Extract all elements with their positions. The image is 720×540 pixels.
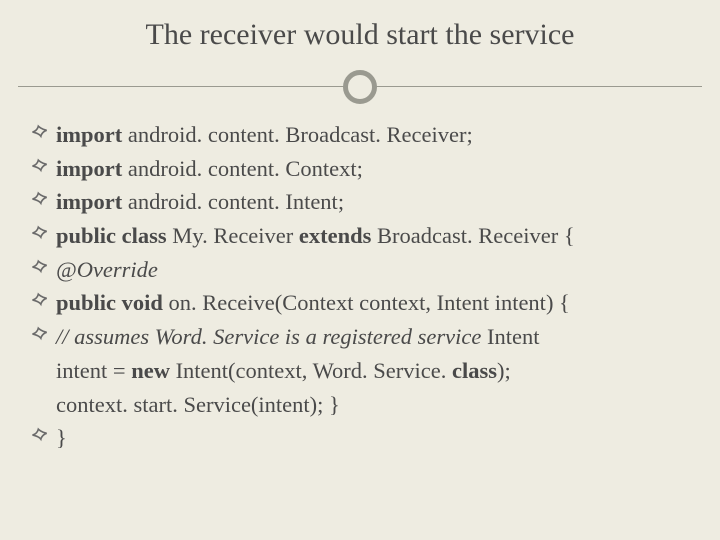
code-text: import android. content. Broadcast. Rece… bbox=[56, 120, 690, 150]
slide-body: import android. content. Broadcast. Rece… bbox=[0, 110, 720, 453]
code-line-continuation: context. start. Service(intent); } bbox=[30, 390, 690, 420]
code-text: @Override bbox=[56, 255, 690, 285]
ring-icon bbox=[343, 70, 377, 104]
bullet-icon bbox=[30, 257, 56, 277]
code-line: public void on. Receive(Context context,… bbox=[30, 288, 690, 318]
code-text: import android. content. Context; bbox=[56, 154, 690, 184]
code-line: public class My. Receiver extends Broadc… bbox=[30, 221, 690, 251]
slide: The receiver would start the service imp… bbox=[0, 0, 720, 540]
code-line-continuation: intent = new Intent(context, Word. Servi… bbox=[30, 356, 690, 386]
slide-title: The receiver would start the service bbox=[0, 0, 720, 62]
code-line: } bbox=[30, 423, 690, 453]
bullet-icon bbox=[30, 223, 56, 243]
code-line: import android. content. Broadcast. Rece… bbox=[30, 120, 690, 150]
bullet-icon bbox=[30, 290, 56, 310]
code-text: import android. content. Intent; bbox=[56, 187, 690, 217]
code-line: import android. content. Context; bbox=[30, 154, 690, 184]
code-text: public void on. Receive(Context context,… bbox=[56, 288, 690, 318]
code-line: import android. content. Intent; bbox=[30, 187, 690, 217]
bullet-icon bbox=[30, 122, 56, 142]
bullet-icon bbox=[30, 425, 56, 445]
code-line: // assumes Word. Service is a registered… bbox=[30, 322, 690, 352]
code-text: } bbox=[56, 423, 690, 453]
bullet-icon bbox=[30, 156, 56, 176]
code-text: // assumes Word. Service is a registered… bbox=[56, 322, 690, 352]
bullet-icon bbox=[30, 324, 56, 344]
bullet-icon bbox=[30, 189, 56, 209]
code-line: @Override bbox=[30, 255, 690, 285]
code-text: public class My. Receiver extends Broadc… bbox=[56, 221, 690, 251]
title-divider bbox=[0, 62, 720, 110]
